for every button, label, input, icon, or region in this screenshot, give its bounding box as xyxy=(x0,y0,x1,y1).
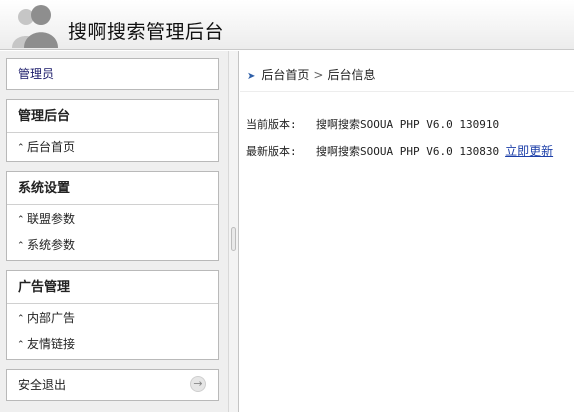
admin-panel: 管理员 xyxy=(6,58,219,90)
menu-group-title[interactable]: 广告管理 xyxy=(7,271,218,304)
app-header: 搜啊搜索管理后台 xyxy=(0,0,574,50)
sidebar-item-system-params[interactable]: ⌃ 系统参数 xyxy=(7,232,218,258)
sidebar-item-alliance-params[interactable]: ⌃ 联盟参数 xyxy=(7,206,218,232)
logout-button[interactable]: 安全退出 → xyxy=(7,370,218,400)
splitter-grip-icon[interactable] xyxy=(231,227,236,251)
sidebar-splitter[interactable] xyxy=(228,51,239,412)
app-title: 搜啊搜索管理后台 xyxy=(68,21,225,43)
latest-version-label: 最新版本: xyxy=(246,145,297,158)
update-now-link[interactable]: 立即更新 xyxy=(505,144,553,158)
logout-panel: 安全退出 → xyxy=(6,369,219,401)
menu-group-settings: 系统设置 ⌃ 联盟参数 ⌃ 系统参数 xyxy=(6,171,219,261)
menu-group-ads: 广告管理 ⌃ 内部广告 ⌃ 友情链接 xyxy=(6,270,219,360)
double-chevron-up-icon: ⌃ xyxy=(17,340,25,350)
divider xyxy=(240,91,574,92)
menu-group-title[interactable]: 系统设置 xyxy=(7,172,218,205)
latest-version-value: 搜啊搜索SOOUA PHP V6.0 130830 xyxy=(316,145,500,158)
sidebar: 管理员 管理后台 ⌃ 后台首页 系统设置 ⌃ 联盟参数 ⌃ 系统参数 广告管理 ⌃ 内部… xyxy=(0,51,228,412)
current-version-value: 搜啊搜索SOOUA PHP V6.0 130910 xyxy=(316,118,500,131)
double-chevron-up-icon: ⌃ xyxy=(17,215,25,225)
breadcrumb-current: 后台信息 xyxy=(327,68,376,82)
double-chevron-up-icon: ⌃ xyxy=(17,143,25,153)
breadcrumb-home[interactable]: 后台首页 xyxy=(261,68,309,82)
current-version-row: 当前版本: 搜啊搜索SOOUA PHP V6.0 130910 xyxy=(246,116,499,132)
menu-group-backend: 管理后台 ⌃ 后台首页 xyxy=(6,99,219,162)
arrow-marker-icon: ➤ xyxy=(247,71,256,82)
sidebar-item-home[interactable]: ⌃ 后台首页 xyxy=(7,134,218,160)
double-chevron-up-icon: ⌃ xyxy=(17,314,25,324)
users-icon xyxy=(10,2,60,48)
sidebar-item-internal-ads[interactable]: ⌃ 内部广告 xyxy=(7,305,218,331)
main-content: ➤ 后台首页 > 后台信息 当前版本: 搜啊搜索SOOUA PHP V6.0 13091… xyxy=(240,51,574,412)
admin-label[interactable]: 管理员 xyxy=(7,59,218,89)
breadcrumb-separator: > xyxy=(313,68,324,82)
breadcrumb: ➤ 后台首页 > 后台信息 xyxy=(247,66,375,83)
double-chevron-up-icon: ⌃ xyxy=(17,241,25,251)
current-version-label: 当前版本: xyxy=(246,118,297,131)
latest-version-row: 最新版本: 搜啊搜索SOOUA PHP V6.0 130830 立即更新 xyxy=(246,142,553,159)
arrow-right-icon: → xyxy=(190,376,206,392)
sidebar-item-friend-links[interactable]: ⌃ 友情链接 xyxy=(7,331,218,357)
menu-group-title[interactable]: 管理后台 xyxy=(7,100,218,133)
